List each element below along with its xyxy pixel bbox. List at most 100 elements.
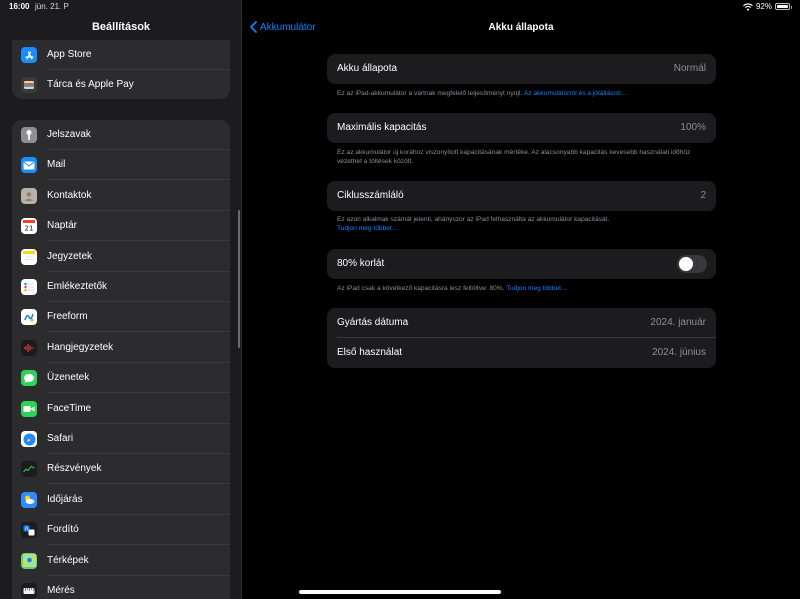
measure-icon [21, 583, 37, 599]
sidebar-item-label: Részvények [47, 463, 102, 475]
battery-health-label: Akku állapota [337, 63, 398, 74]
max-capacity-value: 100% [680, 122, 706, 133]
stocks-icon [21, 461, 37, 478]
page-title: Akku állapota [488, 22, 554, 33]
charge-limit-label: 80% korlát [337, 258, 385, 269]
cycle-count-card: Ciklusszámláló 2 [327, 181, 716, 211]
screen: Beállítások App Store Tárca és Apple Pay … [0, 0, 800, 599]
toggle-knob [679, 257, 693, 271]
maps-icon [21, 552, 37, 569]
cycle-count-label: Ciklusszámláló [337, 190, 404, 201]
charge-limit-note: Az iPad csak a következő kapacitásra les… [337, 284, 707, 293]
dates-card: Gyártás dátuma 2024. január Első használ… [327, 308, 716, 368]
charge-limit-note-text: Az iPad csak a következő kapacitásra les… [337, 285, 505, 292]
svg-text:21: 21 [25, 225, 34, 233]
battery-health-note: Ez az iPad-akkumulátor a vártnak megfele… [337, 89, 707, 98]
wifi-icon [743, 2, 753, 11]
max-capacity-row: Maximális kapacitás 100% [327, 113, 716, 143]
sidebar-item-label: Freeform [47, 311, 88, 323]
charge-limit-row: 80% korlát [327, 249, 716, 279]
sidebar-item-safari[interactable]: Safari [12, 424, 230, 454]
sidebar-item-label: Emlékeztetők [47, 281, 108, 292]
reminders-icon [21, 279, 37, 295]
max-capacity-card: Maximális kapacitás 100% [327, 113, 716, 143]
cycle-learn-more-link[interactable]: Tudjon meg többet… [337, 224, 707, 233]
sidebar-item-jelszavak[interactable]: Jelszavak [12, 120, 230, 150]
charge-limit-card: 80% korlát [327, 249, 716, 279]
sidebar-item-fordito[interactable]: A Fordító [12, 515, 230, 546]
messages-icon [21, 370, 37, 387]
sidebar-item-label: Térképek [47, 554, 89, 566]
freeform-icon [21, 309, 37, 326]
sidebar-item-tarca-es-apple-pay[interactable]: Tárca és Apple Pay [12, 70, 230, 99]
max-capacity-note: Ez az akkumulátor új korához viszonyítot… [337, 149, 691, 165]
sidebar-item-label: FaceTime [47, 402, 92, 414]
sidebar-group-apps: App Store Tárca és Apple Pay [12, 40, 230, 99]
battery-percent: 92% [755, 2, 772, 11]
limit-learn-more-link[interactable]: Tudjon meg többet… [506, 285, 567, 292]
sidebar-item-label: Hangjegyzetek [47, 341, 114, 353]
sidebar-item-uzenetek[interactable]: Üzenetek [12, 363, 230, 394]
sidebar-item-label: Jelszavak [47, 129, 91, 140]
battery-health-note-text: Ez az iPad-akkumulátor a vártnak megfele… [337, 90, 523, 97]
sidebar-item-naptar[interactable]: 21 Naptár [12, 211, 230, 242]
battery-health-value: Normál [673, 63, 706, 74]
sidebar-item-meres[interactable]: Mérés [12, 576, 230, 599]
sidebar-item-label: Naptár [47, 220, 78, 232]
sidebar-item-terkepek[interactable]: Térképek [12, 546, 230, 576]
warranty-link[interactable]: Az akkumulátorról és a jótállásról… [524, 90, 627, 97]
sidebar-item-label: Üzenetek [47, 372, 90, 384]
manufacture-date-label: Gyártás dátuma [337, 317, 409, 328]
wallet-icon [21, 77, 37, 94]
sidebar-item-app-store[interactable]: App Store [12, 40, 230, 70]
sidebar-item-label: Jegyzetek [47, 250, 93, 262]
battery-health-row: Akku állapota Normál [327, 54, 716, 84]
translate-icon: A [21, 522, 37, 539]
sidebar-item-label: Tárca és Apple Pay [47, 79, 134, 91]
battery-icon [775, 3, 792, 10]
mail-icon [21, 157, 37, 174]
sidebar-item-reszvenyek[interactable]: Részvények [12, 454, 230, 485]
sidebar-item-kontaktok[interactable]: Kontaktok [12, 181, 230, 211]
sidebar-item-label: App Store [47, 49, 92, 60]
sidebar-item-freeform[interactable]: Freeform [12, 302, 230, 333]
voice-memos-icon [21, 339, 37, 356]
sidebar-item-facetime[interactable]: FaceTime [12, 394, 230, 424]
sidebar-scrollbar[interactable] [238, 210, 240, 348]
manufacture-date-row: Gyártás dátuma 2024. január [327, 308, 716, 338]
sidebar-item-label: Fordító [47, 524, 79, 536]
first-use-value: 2024. június [652, 347, 706, 358]
calendar-icon: 21 [21, 218, 37, 235]
sidebar-item-label: Safari [47, 433, 74, 444]
first-use-row: Első használat 2024. június [327, 338, 716, 368]
home-indicator[interactable] [299, 590, 501, 594]
battery-health-card: Akku állapota Normál [327, 54, 716, 84]
main-panel: Akkumulátor Akku állapota Akku állapota … [242, 0, 800, 599]
status-indicators: 92% [743, 2, 792, 11]
sidebar: Beállítások App Store Tárca és Apple Pay … [0, 0, 242, 599]
notes-icon [21, 248, 37, 265]
charge-limit-toggle[interactable] [677, 255, 707, 273]
max-capacity-label: Maximális kapacitás [337, 122, 427, 133]
cycle-count-value: 2 [700, 190, 706, 201]
first-use-label: Első használat [337, 347, 403, 358]
sidebar-item-hangjegyzetek[interactable]: Hangjegyzetek [12, 333, 230, 363]
sidebar-item-jegyzetek[interactable]: Jegyzetek [12, 242, 230, 272]
cycle-count-note: Ez azon alkalmak számát jelenti, ahánysz… [337, 215, 707, 233]
weather-icon [21, 491, 37, 508]
facetime-icon [21, 400, 37, 417]
sidebar-title: Beállítások [91, 21, 151, 33]
key-icon [21, 127, 37, 143]
sidebar-group-system-apps: Jelszavak Mail Kontaktok 21 Naptár Jegyzetek E… [12, 120, 230, 599]
sidebar-item-label: Kontaktok [47, 189, 92, 201]
sidebar-item-label: Mail [47, 159, 66, 171]
sidebar-item-emlekeztetok[interactable]: Emlékeztetők [12, 272, 230, 302]
sidebar-item-idojaras[interactable]: Időjárás [12, 485, 230, 515]
cycle-count-row: Ciklusszámláló 2 [327, 181, 716, 211]
manufacture-date-value: 2024. január [650, 317, 706, 328]
safari-icon [21, 431, 37, 447]
contacts-icon [21, 187, 37, 204]
status-date: jún. 21. P [35, 2, 69, 11]
sidebar-item-mail[interactable]: Mail [12, 150, 230, 181]
app-store-icon [21, 47, 37, 63]
